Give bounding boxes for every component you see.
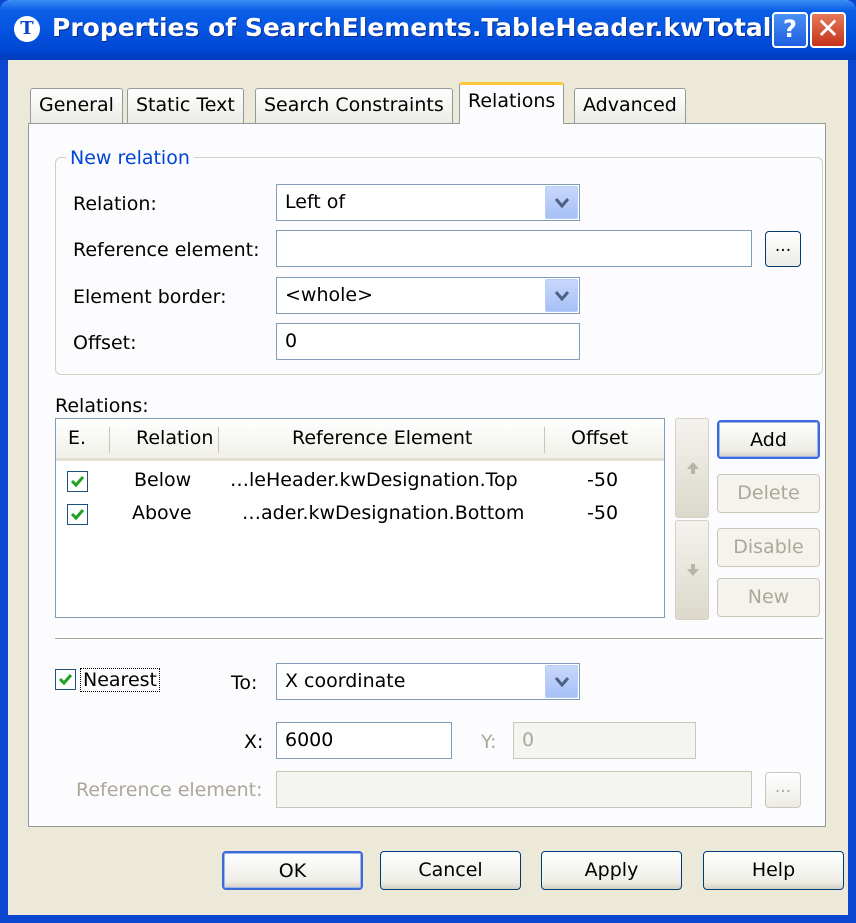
add-button[interactable]: Add (717, 420, 820, 459)
row-offset: -50 (587, 502, 619, 524)
app-icon: T (14, 16, 40, 42)
column-divider[interactable] (218, 427, 219, 453)
relation-combo[interactable]: Left of (276, 184, 580, 221)
arrow-up-icon (687, 462, 699, 474)
help-button[interactable]: Help (703, 851, 844, 890)
table-row[interactable]: Above …ader.kwDesignation.Bottom -50 (56, 499, 664, 531)
tab-general[interactable]: General (30, 88, 123, 123)
column-divider[interactable] (544, 427, 545, 453)
tab-search-constraints[interactable]: Search Constraints (255, 88, 453, 123)
x-input[interactable]: 6000 (276, 722, 452, 759)
move-up-button[interactable] (675, 418, 709, 518)
arrow-down-icon (687, 564, 699, 576)
row-enabled-checkbox[interactable] (67, 471, 88, 492)
table-row[interactable]: Below …leHeader.kwDesignation.Top -50 (56, 466, 664, 498)
nearest-reference-input[interactable] (276, 771, 752, 808)
cancel-button[interactable]: Cancel (380, 851, 521, 890)
chevron-down-icon[interactable] (545, 279, 578, 312)
element-border-label: Element border: (73, 286, 227, 308)
element-border-combo[interactable]: <whole> (276, 277, 580, 314)
relation-label: Relation: (73, 193, 157, 215)
tab-relations[interactable]: Relations (459, 82, 565, 124)
tab-static-text[interactable]: Static Text (127, 88, 244, 123)
nearest-checkbox-label[interactable]: Nearest (80, 668, 160, 692)
ok-button[interactable]: OK (222, 851, 363, 890)
column-reference-element[interactable]: Reference Element (292, 427, 472, 449)
to-combo-value: X coordinate (285, 670, 406, 692)
row-reference-element: …ader.kwDesignation.Bottom (242, 502, 525, 524)
delete-button[interactable]: Delete (717, 474, 820, 513)
element-border-value: <whole> (285, 284, 374, 306)
column-relation[interactable]: Relation (136, 427, 213, 449)
column-offset[interactable]: Offset (571, 427, 628, 449)
browse-nearest-reference-button[interactable]: ... (765, 772, 801, 808)
apply-button[interactable]: Apply (541, 851, 682, 890)
offset-label: Offset: (73, 332, 137, 354)
row-offset: -50 (587, 469, 619, 491)
nearest-checkbox[interactable] (55, 669, 76, 690)
reference-element-input[interactable] (276, 230, 752, 267)
to-label: To: (231, 672, 258, 694)
window-title: Properties of SearchElements.TableHeader… (52, 13, 772, 42)
move-down-button[interactable] (675, 520, 709, 620)
relations-list-label: Relations: (55, 395, 149, 417)
close-button[interactable]: ✕ (810, 12, 846, 48)
offset-input[interactable]: 0 (276, 323, 580, 360)
x-label: X: (244, 731, 264, 753)
title-bar[interactable]: T Properties of SearchElements.TableHead… (0, 0, 856, 60)
column-divider[interactable] (109, 427, 110, 453)
relations-list[interactable]: E. Relation Reference Element Offset Bel… (55, 418, 665, 618)
browse-reference-button[interactable]: ... (765, 231, 801, 267)
divider (55, 638, 823, 640)
help-title-button[interactable]: ? (772, 12, 808, 48)
new-relation-legend: New relation (66, 147, 194, 169)
tab-advanced[interactable]: Advanced (574, 88, 686, 123)
column-enabled[interactable]: E. (68, 427, 86, 449)
to-combo[interactable]: X coordinate (276, 663, 580, 700)
chevron-down-icon[interactable] (545, 186, 578, 219)
relations-list-header: E. Relation Reference Element Offset (56, 419, 664, 461)
y-input[interactable]: 0 (513, 722, 696, 759)
row-relation: Above (132, 502, 192, 524)
row-reference-element: …leHeader.kwDesignation.Top (230, 469, 518, 491)
row-relation: Below (134, 469, 192, 491)
reference-element-label: Reference element: (73, 239, 260, 261)
chevron-down-icon[interactable] (545, 665, 578, 698)
y-label: Y: (481, 731, 497, 753)
disable-button[interactable]: Disable (717, 528, 820, 567)
nearest-reference-label: Reference element: (76, 779, 263, 801)
relation-combo-value: Left of (285, 191, 346, 213)
row-enabled-checkbox[interactable] (67, 504, 88, 525)
new-button[interactable]: New (717, 578, 820, 617)
